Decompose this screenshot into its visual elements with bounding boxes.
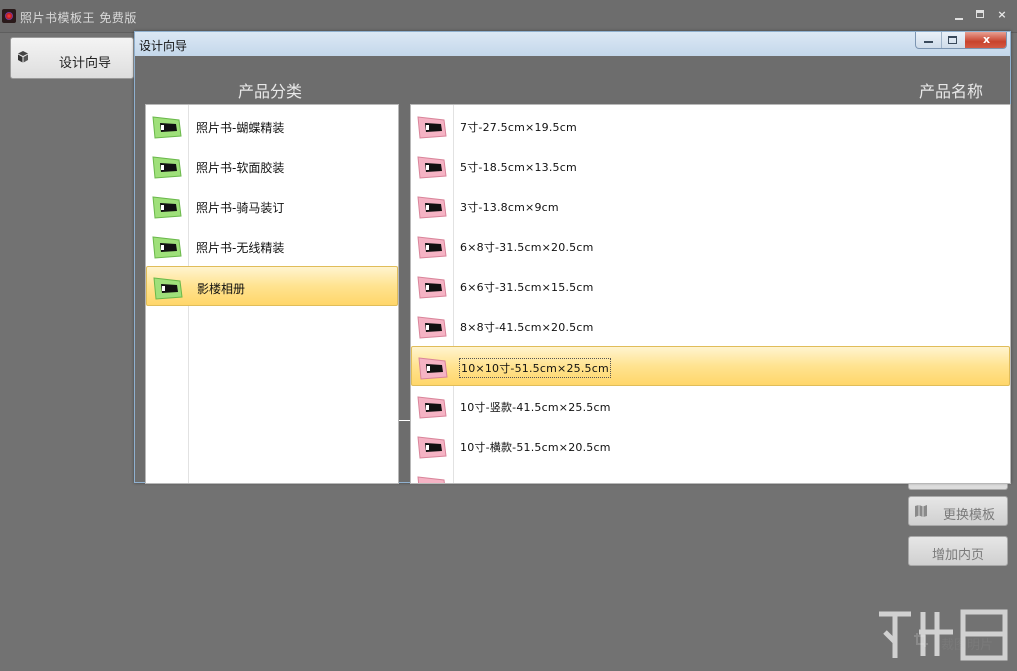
category-label: 照片书-软面胶装 [196, 161, 285, 175]
product-label: 10寸-横款-51.5cm×20.5cm [460, 441, 611, 454]
dialog-window-controls: x [915, 32, 1007, 49]
change-template-label: 更换模板 [943, 508, 996, 523]
pink-book-icon [418, 357, 448, 380]
pink-book-icon [417, 156, 447, 179]
dialog-maximize-button[interactable] [941, 32, 966, 48]
category-label: 影楼相册 [197, 282, 246, 296]
cubes-icon [18, 51, 28, 63]
pink-book-icon [417, 116, 447, 139]
pink-book-icon [417, 316, 447, 339]
dialog-close-button[interactable]: x [965, 32, 1006, 48]
dialog-minimize-button[interactable] [916, 32, 942, 48]
category-list[interactable]: 照片书-蝴蝶精装 照片书-软面胶装 照片书-骑马装订 照片书-无线精装 影楼相册 [145, 104, 399, 484]
product-label: 10×10寸-51.5cm×25.5cm [459, 358, 611, 378]
pink-book-icon [417, 276, 447, 299]
pink-book-icon [417, 436, 447, 459]
green-book-icon [153, 277, 183, 300]
product-label: 6×6寸-31.5cm×15.5cm [460, 281, 594, 294]
add-inner-page-button[interactable]: 增加内页 [908, 536, 1008, 566]
category-item[interactable]: 照片书-无线精装 [146, 226, 398, 266]
green-book-icon [152, 156, 182, 179]
app-titlebar: 照片书模板王 免费版 × [0, 0, 1017, 33]
pink-book-icon [417, 396, 447, 419]
category-item[interactable]: 照片书-软面胶装 [146, 146, 398, 186]
pink-book-icon [417, 196, 447, 219]
app-logo-icon [2, 9, 16, 23]
panel-divider [399, 420, 410, 421]
category-item[interactable]: 照片书-蝴蝶精装 [146, 106, 398, 146]
product-item-partial[interactable] [411, 466, 1010, 483]
app-title: 照片书模板王 免费版 [20, 11, 137, 25]
product-item[interactable]: 5寸-18.5cm×13.5cm [411, 146, 1010, 186]
add-inner-page-label: 增加内页 [932, 548, 985, 563]
green-book-icon [152, 116, 182, 139]
product-label: 10寸-竖款-41.5cm×25.5cm [460, 401, 611, 414]
maximize-button[interactable] [975, 9, 987, 21]
watermark-logo [879, 609, 1008, 661]
category-label: 照片书-骑马装订 [196, 201, 285, 215]
design-wizard-button[interactable]: 设计向导 [10, 37, 134, 79]
category-label: 照片书-无线精装 [196, 241, 285, 255]
product-item[interactable]: 7寸-27.5cm×19.5cm [411, 106, 1010, 146]
product-label: 6×8寸-31.5cm×20.5cm [460, 241, 594, 254]
product-list[interactable]: 7寸-27.5cm×19.5cm 5寸-18.5cm×13.5cm 3寸-13.… [410, 104, 1011, 484]
product-item[interactable]: 6×6寸-31.5cm×15.5cm [411, 266, 1010, 306]
category-label: 照片书-蝴蝶精装 [196, 121, 285, 135]
product-item[interactable]: 8×8寸-41.5cm×20.5cm [411, 306, 1010, 346]
category-item[interactable]: 照片书-骑马装订 [146, 186, 398, 226]
map-icon [915, 505, 927, 517]
product-item[interactable]: 10寸-横款-51.5cm×20.5cm [411, 426, 1010, 466]
product-item[interactable]: 6×8寸-31.5cm×20.5cm [411, 226, 1010, 266]
design-wizard-label: 设计向导 [59, 56, 112, 71]
design-wizard-dialog: 设计向导 x 产品分类 产品名称 照片书-蝴蝶精装 照片书-软面胶装 照片书-骑… [134, 31, 1011, 484]
close-button[interactable]: × [996, 9, 1008, 21]
product-name-header: 产品名称 [919, 82, 984, 101]
category-item-selected[interactable]: 影楼相册 [146, 266, 398, 306]
product-item[interactable]: 3寸-13.8cm×9cm [411, 186, 1010, 226]
green-book-icon [152, 236, 182, 259]
product-label: 3寸-13.8cm×9cm [460, 201, 559, 214]
dialog-titlebar: 设计向导 x [135, 32, 1010, 56]
pink-book-icon [417, 236, 447, 259]
product-item[interactable]: 10寸-竖款-41.5cm×25.5cm [411, 386, 1010, 426]
dialog-title: 设计向导 [139, 39, 188, 53]
product-item-selected[interactable]: 10×10寸-51.5cm×25.5cm [411, 346, 1010, 386]
product-label: 8×8寸-41.5cm×20.5cm [460, 321, 594, 334]
change-template-button[interactable]: 更换模板 [908, 496, 1008, 526]
product-label: 5寸-18.5cm×13.5cm [460, 161, 577, 174]
green-book-icon [152, 196, 182, 219]
product-label: 7寸-27.5cm×19.5cm [460, 121, 577, 134]
category-header: 产品分类 [238, 82, 303, 101]
pink-book-icon [417, 476, 445, 483]
minimize-button[interactable] [953, 9, 965, 21]
